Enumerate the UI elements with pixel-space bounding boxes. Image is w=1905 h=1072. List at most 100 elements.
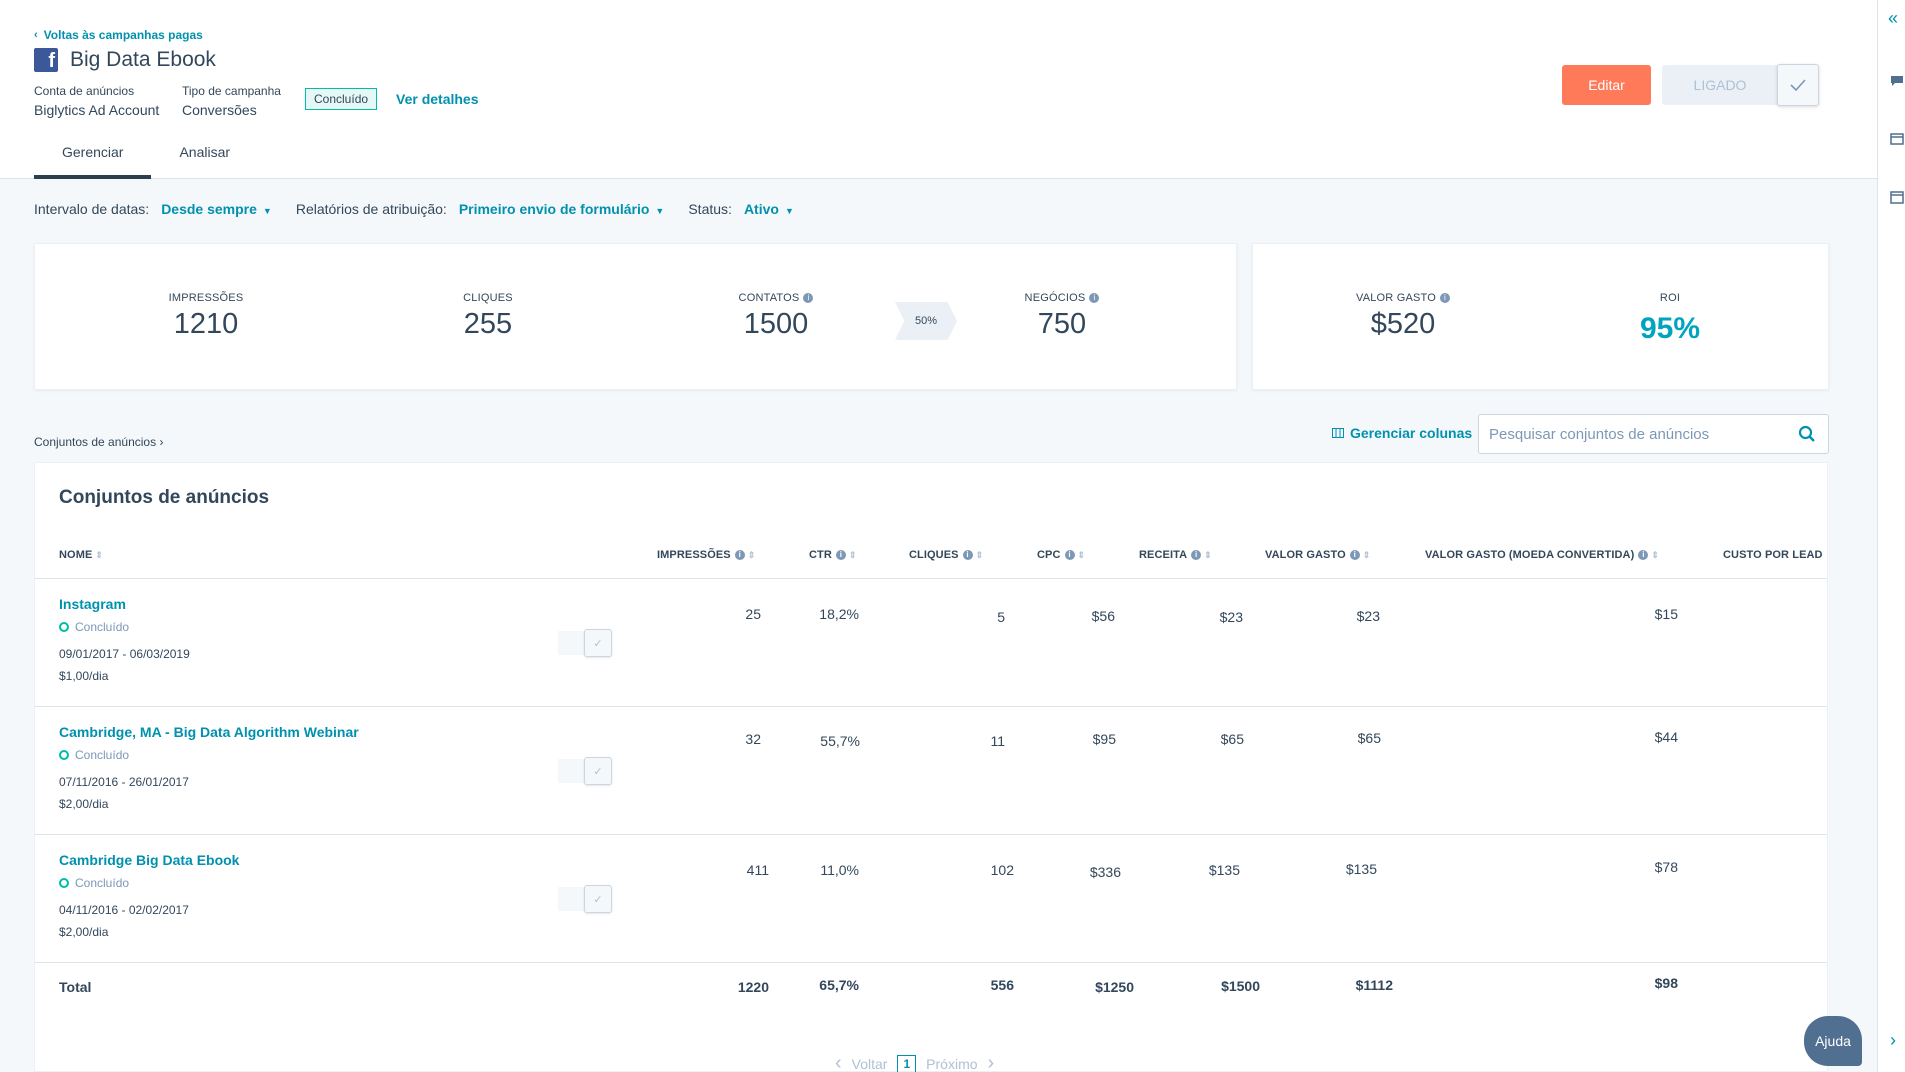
ad-account-label: Conta de anúncios [34,84,135,98]
toggle-check-button[interactable] [1777,64,1819,106]
info-icon[interactable]: i [1349,550,1360,561]
ad-set-name-link[interactable]: Cambridge, MA - Big Data Algorithm Webin… [59,724,359,740]
page-title: Big Data Ebook [70,48,216,71]
deals-label-wrap: NEGÓCIOS i [962,292,1162,304]
chevron-left-icon[interactable]: ‹ [835,1052,842,1072]
cell-ctr: 18,2% [819,606,859,622]
row-toggle[interactable]: ✓ [558,885,612,913]
column-header-name[interactable]: NOME ⇕ [59,549,103,561]
campaign-type-value: Conversões [182,102,257,118]
total-clicks: 556 [990,977,1014,993]
back-link-label: Voltas às campanhas pagas [43,28,203,42]
cell-cpc: $56 [1091,608,1115,624]
info-icon[interactable]: i [1064,550,1075,561]
current-page[interactable]: 1 [897,1054,917,1072]
status-dot-icon [59,878,69,888]
search-box [1478,414,1829,454]
help-button[interactable]: Ajuda [1804,1016,1862,1066]
ad-set-name-link[interactable]: Cambridge Big Data Ebook [59,852,239,868]
edit-button[interactable]: Editar [1562,65,1651,105]
info-icon[interactable]: i [962,550,973,561]
chevron-right-icon[interactable]: › [1890,1030,1896,1051]
row-toggle[interactable]: ✓ [558,629,612,657]
column-header-clicks[interactable]: CLIQUES i ⇕ [909,549,983,561]
info-icon[interactable]: i [1089,293,1100,304]
status-filter-label: Status: [688,201,732,217]
caret-down-icon: ▼ [655,206,665,216]
total-label: Total [59,979,92,995]
prev-page-button[interactable]: Voltar [852,1056,888,1072]
pagination: ‹ Voltar 1 Próximo › [835,1052,994,1072]
search-input[interactable] [1479,415,1779,453]
row-toggle[interactable]: ✓ [558,757,612,785]
impressions-stat: IMPRESSÕES 1210 [106,292,306,341]
column-header-spent[interactable]: VALOR GASTO i ⇕ [1265,549,1370,561]
chevron-right-icon[interactable]: › [988,1052,995,1072]
cell-cost-per-lead: $ [1759,852,1827,868]
column-header-ctr[interactable]: CTR i ⇕ [809,549,857,561]
next-page-button[interactable]: Próximo [926,1056,977,1072]
info-icon[interactable]: i [1440,293,1451,304]
column-header-revenue[interactable]: RECEITA i ⇕ [1139,549,1212,561]
row-status-label: Concluído [75,876,130,890]
breadcrumb[interactable]: Conjuntos de anúncios › [34,435,163,449]
info-icon[interactable]: i [803,293,814,304]
sort-icon: ⇕ [1362,550,1371,560]
window-icon[interactable] [1890,132,1904,148]
sort-icon: ⇕ [848,550,857,560]
sort-icon: ⇕ [975,550,984,560]
back-to-campaigns-link[interactable]: ‹ Voltas às campanhas pagas [34,28,203,42]
sort-icon: ⇕ [1204,550,1212,560]
date-range-label: Intervalo de datas: [34,201,150,217]
deals-stat: NEGÓCIOS i 750 [962,292,1162,341]
check-icon: ✓ [584,757,612,785]
cell-spent: $65 [1357,730,1381,746]
cell-spent: $135 [1345,861,1377,877]
campaign-on-toggle[interactable]: LIGADO [1662,65,1778,105]
date-range-dropdown[interactable]: Desde sempre ▼ [161,201,272,217]
ad-set-name-link[interactable]: Instagram [59,596,126,612]
info-icon[interactable]: i [1638,550,1649,561]
cell-cpc: $95 [1092,731,1116,747]
tab-analyze[interactable]: Analisar [151,144,258,179]
column-header-label: CUSTO POR LEAD [1723,549,1823,561]
chevron-right-icon: › [159,435,164,449]
cell-clicks: 102 [990,862,1014,878]
column-header-impressions[interactable]: IMPRESSÕES i ⇕ [657,549,755,561]
caret-down-icon: ▼ [262,206,272,216]
column-header-label: CPC [1037,549,1061,561]
spent-value: $520 [1370,308,1436,340]
info-icon[interactable]: i [1191,550,1202,561]
status-dot-icon [59,750,69,760]
divider [35,578,1827,579]
filter-bar: Intervalo de datas: Desde sempre ▼ Relató… [34,201,818,217]
campaign-type-label: Tipo de campanha [182,84,281,98]
status-dropdown[interactable]: Ativo ▼ [744,201,794,217]
collapse-double-chevron-icon[interactable]: « [1888,8,1898,29]
info-icon[interactable]: i [835,550,846,561]
sort-icon: ⇕ [747,550,756,560]
row-status: Concluído [59,620,129,634]
divider [35,962,1827,963]
column-header-cost-per-lead[interactable]: CUSTO POR LEAD [1723,549,1823,561]
manage-columns-button[interactable]: Gerenciar colunas [1332,425,1472,441]
cell-spent-converted: $78 [1654,859,1678,875]
calendar-icon[interactable] [1890,190,1904,207]
column-header-spent-converted[interactable]: VALOR GASTO (MOEDA CONVERTIDA) i ⇕ [1425,549,1659,561]
chat-icon[interactable] [1890,74,1904,90]
impressions-value: 1210 [173,308,239,340]
tab-manage[interactable]: Gerenciar [34,144,152,179]
status-filter-value: Ativo [743,201,779,217]
search-icon[interactable] [1798,425,1816,443]
row-budget: $1,00/dia [59,669,109,683]
check-icon: ✓ [584,629,612,657]
chevron-left-icon: ‹ [34,29,38,41]
cell-revenue: $135 [1208,862,1240,878]
right-sidebar: « › [1877,0,1905,1072]
deals-label: NEGÓCIOS [1024,292,1086,304]
row-dates: 09/01/2017 - 06/03/2019 [59,647,190,661]
column-header-cpc[interactable]: CPC i ⇕ [1037,549,1085,561]
view-details-link[interactable]: Ver detalhes [396,91,479,107]
attribution-dropdown[interactable]: Primeiro envio de formulário ▼ [459,201,665,217]
info-icon[interactable]: i [734,550,745,561]
